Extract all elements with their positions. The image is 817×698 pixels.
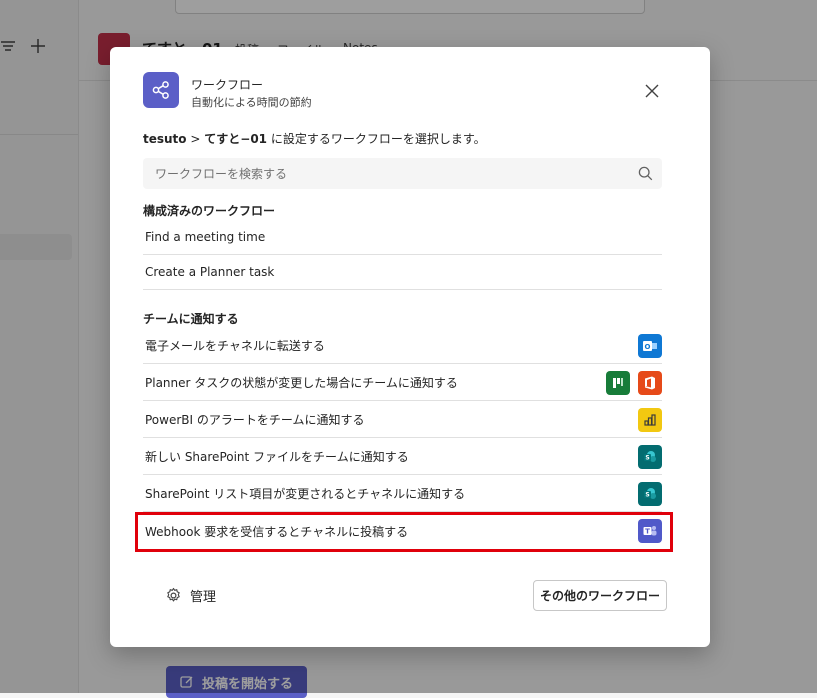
office-icon [638,370,662,395]
configured-section-title: 構成済みのワークフロー [143,204,276,218]
notify-item-planner[interactable]: Planner タスクの状態が変更した場合にチームに通知する [143,365,662,401]
workflow-label: SharePoint リスト項目が変更されるとチャネルに通知する [145,487,466,501]
close-icon [645,84,659,98]
notify-item-sharepoint-list[interactable]: SharePoint リスト項目が変更されるとチャネルに通知する S [143,476,662,512]
more-workflows-button[interactable]: その他のワークフロー [533,580,667,611]
svg-text:T: T [645,528,650,536]
gear-icon [167,587,180,602]
app-subtitle: 自動化による時間の節約 [191,96,312,109]
svg-text:O: O [645,343,651,351]
breadcrumb-separator: > [190,132,201,146]
notify-item-sharepoint-file[interactable]: 新しい SharePoint ファイルをチームに通知する S [143,439,662,475]
search-icon[interactable] [638,166,653,181]
workflow-label: 電子メールをチャネルに転送する [145,339,325,353]
notify-item-email[interactable]: 電子メールをチャネルに転送する O [143,328,662,364]
breadcrumb-channel: てすと−01 [204,132,268,146]
workflow-label: PowerBI のアラートをチームに通知する [145,413,365,427]
planner-icon [606,370,630,395]
sharepoint-icon: S [638,444,662,469]
workflow-label: Webhook 要求を受信するとチャネルに投稿する [145,524,409,539]
workflows-app-icon [143,72,179,108]
powerbi-icon [638,407,662,432]
configured-item-planner-task[interactable]: Create a Planner task [143,254,662,290]
sharepoint-icon: S [638,481,662,506]
workflow-label: Find a meeting time [145,229,266,244]
svg-text:S: S [645,454,649,461]
notify-item-webhook[interactable]: Webhook 要求を受信するとチャネルに投稿する T [143,513,662,549]
workflows-dialog: ワークフロー 自動化による時間の節約 tesuto > てすと−01 に設定する… [110,47,710,647]
outlook-icon: O [638,333,662,358]
svg-text:S: S [645,491,649,498]
breadcrumb: tesuto > てすと−01 に設定するワークフローを選択します。 [143,130,486,147]
notify-section-title: チームに通知する [143,312,239,326]
workflow-label: Create a Planner task [145,264,275,279]
teams-icon: T [638,519,662,543]
breadcrumb-text: に設定するワークフローを選択します。 [270,132,486,146]
breadcrumb-team: tesuto [143,132,187,146]
manage-button[interactable]: 管理 [165,586,216,605]
workflow-search [143,158,662,189]
manage-label: 管理 [190,590,217,605]
notify-item-powerbi[interactable]: PowerBI のアラートをチームに通知する [143,402,662,438]
workflow-search-input[interactable] [143,158,647,189]
app-title: ワークフロー [191,78,264,92]
workflow-label: 新しい SharePoint ファイルをチームに通知する [145,450,409,464]
workflow-label: Planner タスクの状態が変更した場合にチームに通知する [145,376,458,390]
configured-item-meeting[interactable]: Find a meeting time [143,219,662,255]
close-button[interactable] [641,80,663,102]
